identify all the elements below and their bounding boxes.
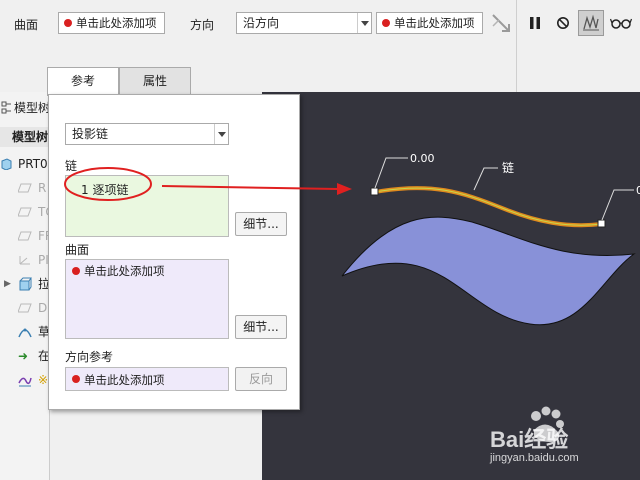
pause-icon (530, 17, 540, 29)
tree-item-sketch[interactable]: 草 (0, 322, 49, 342)
chain-annotation-leader (473, 167, 498, 191)
no-preview-button[interactable] (550, 10, 576, 36)
references-panel: 投影链 链 1 逐项链 细节... 曲面 单击此处添加项 细节... 方向参考 … (48, 94, 300, 410)
direction-ref-item: 单击此处添加项 (84, 373, 165, 387)
chain-label: 链 (65, 159, 78, 173)
direction-select[interactable]: 沿方向 (236, 12, 372, 34)
insert-arrow-icon: ➜ (18, 349, 29, 363)
start-dim-text[interactable]: 0.00 (410, 152, 435, 165)
model-tree-header-text: 模型树 (14, 101, 50, 115)
flip-direction-button[interactable] (488, 10, 514, 36)
surface-list-item[interactable]: 单击此处添加项 (84, 263, 165, 279)
tab-properties[interactable]: 属性 (119, 67, 191, 95)
start-point-handle[interactable] (370, 187, 379, 196)
projected-chain-curve-center (374, 187, 603, 226)
datum-plane-icon (18, 207, 32, 217)
reverse-button-label: 反向 (248, 372, 273, 386)
direction-collector-text: 单击此处添加项 (394, 16, 475, 30)
chevron-down-icon (214, 124, 228, 144)
tree-item-label: D (38, 301, 48, 315)
tree-item-insert-here[interactable]: ➜ 在 (0, 346, 49, 366)
surface-label: 曲面 (65, 243, 90, 257)
chain-collector-list[interactable]: 1 逐项链 (65, 175, 229, 237)
direction-ref-collector[interactable]: 单击此处添加项 (65, 367, 229, 391)
start-dim-leader (374, 157, 408, 189)
watermark: Bai经验 jingyan.baidu.com (470, 400, 640, 480)
reverse-button[interactable]: 反向 (235, 367, 287, 391)
chain-type-value: 投影链 (72, 127, 109, 141)
surface-collector[interactable]: 单击此处添加项 (58, 12, 165, 34)
direction-collector[interactable]: 单击此处添加项 (376, 12, 483, 34)
tree-item-datum-plane[interactable]: FR (0, 226, 49, 246)
tree-item-new-curve[interactable]: ※ (0, 370, 49, 390)
datum-plane-icon (18, 303, 32, 313)
end-dim-text[interactable]: 0 (636, 184, 640, 197)
chain-annotation-text: 链 (502, 160, 514, 175)
projected-chain-curve[interactable] (374, 186, 603, 228)
chain-type-select[interactable]: 投影链 (65, 123, 229, 145)
extrude-icon (19, 277, 32, 291)
chain-details-label: 细节... (243, 217, 279, 231)
pause-button[interactable] (522, 10, 548, 36)
end-point-handle[interactable] (597, 219, 606, 228)
end-dim-leader (601, 189, 634, 221)
tab-references[interactable]: 参考 (47, 67, 119, 96)
curve-feature-icon (18, 377, 32, 387)
tree-item-datum-plane[interactable]: TO (0, 202, 49, 222)
sketch-icon (18, 328, 32, 338)
direction-select-value: 沿方向 (243, 16, 280, 30)
glasses-icon (610, 18, 632, 29)
chain-list-item[interactable]: 1 逐项链 (81, 181, 128, 198)
tree-item-datum-plane[interactable]: D (0, 298, 49, 318)
chevron-down-icon (357, 13, 371, 33)
part-icon (1, 158, 12, 170)
tree-item-datum-plane[interactable]: R (0, 178, 49, 198)
ribbon-separator (516, 0, 517, 92)
model-tree-subheader[interactable]: 模型树 (0, 127, 49, 147)
tree-item-csys[interactable]: PI (0, 250, 49, 270)
datum-plane-icon (18, 183, 32, 193)
required-dot-icon (382, 19, 390, 27)
required-dot-icon (72, 267, 80, 275)
direction-ref-label: 方向参考 (65, 350, 114, 364)
tree-item-part[interactable]: PRT0 (0, 154, 49, 174)
required-dot-icon (64, 19, 72, 27)
surface-quilt[interactable] (341, 216, 636, 326)
tree-item-label: ※ (38, 373, 49, 387)
tab-properties-label: 属性 (142, 74, 167, 88)
surface-details-button[interactable]: 细节... (235, 315, 287, 339)
verify-preview-button[interactable] (578, 10, 604, 36)
tree-item-label: PRT0 (18, 157, 48, 171)
surface-label: 曲面 (14, 18, 39, 32)
required-dot-icon (72, 375, 80, 383)
surface-collector-text: 单击此处添加项 (76, 16, 157, 30)
datum-plane-icon (18, 231, 32, 241)
model-tree-subheader-text: 模型树 (12, 130, 49, 144)
preview-icon (583, 14, 599, 31)
flip-arrow-icon (492, 14, 510, 32)
expand-arrow-icon[interactable]: ▶ (4, 274, 11, 294)
surface-collector-list[interactable]: 单击此处添加项 (65, 259, 229, 339)
watermark-url: jingyan.baidu.com (490, 452, 579, 464)
tree-grid-icon (1, 101, 11, 114)
tree-item-label: R (38, 181, 47, 195)
no-preview-icon (557, 17, 569, 29)
csys-icon (19, 256, 30, 265)
watermark-brand: Bai经验 (490, 427, 569, 452)
glasses-preview-button[interactable] (608, 10, 634, 36)
tree-item-extrude[interactable]: ▶ 拉 (0, 274, 49, 294)
surface-details-label: 细节... (243, 320, 279, 334)
direction-label: 方向 (190, 18, 215, 32)
tab-references-label: 参考 (70, 74, 95, 88)
model-tree-panel: 模型树 模型树 PRT0 R TO FR PI ▶ 拉 D (0, 92, 50, 480)
chain-details-button[interactable]: 细节... (235, 212, 287, 236)
